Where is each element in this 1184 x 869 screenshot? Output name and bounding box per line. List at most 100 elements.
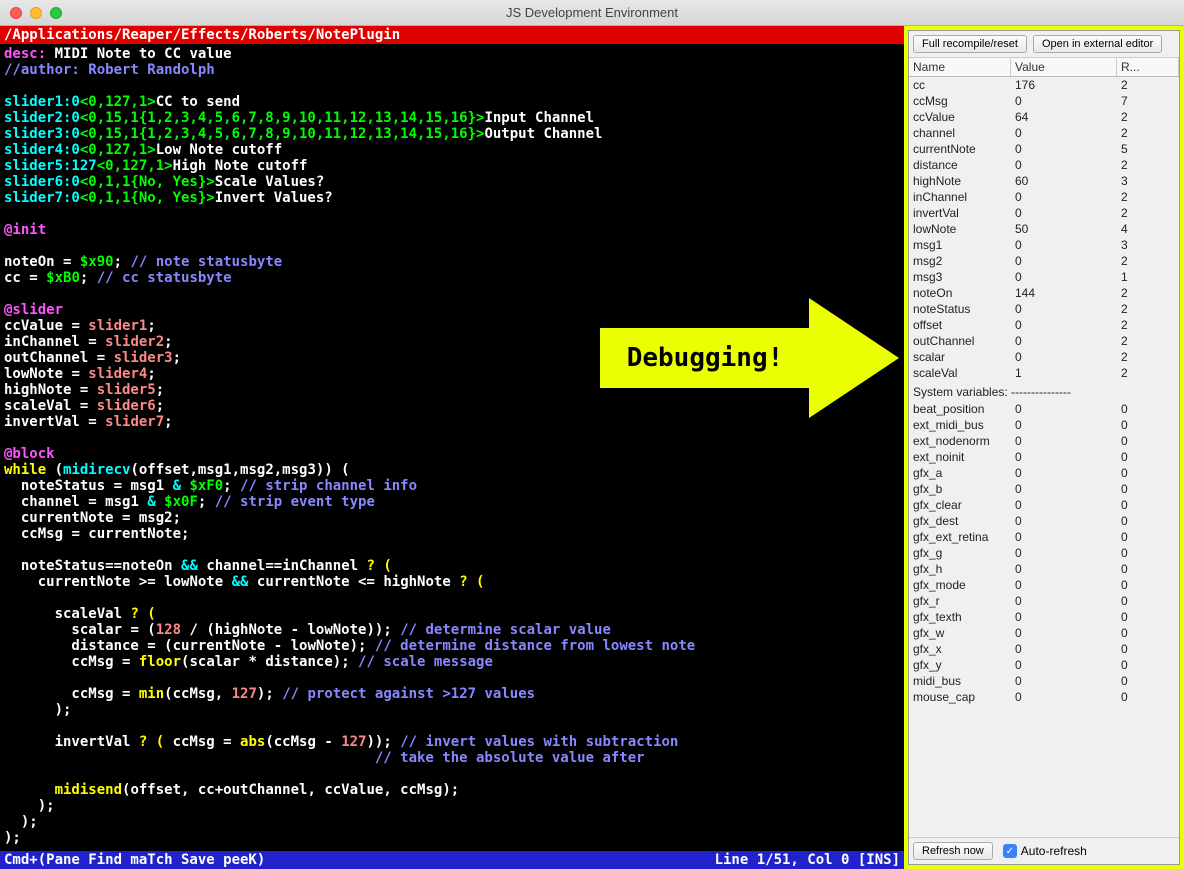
var-r: 0 (1117, 689, 1179, 705)
var-name: midi_bus (909, 673, 1011, 689)
var-r: 1 (1117, 269, 1179, 285)
var-name: msg2 (909, 253, 1011, 269)
variable-row[interactable]: beat_position00 (909, 401, 1179, 417)
var-name: gfx_mode (909, 577, 1011, 593)
variable-row[interactable]: gfx_r00 (909, 593, 1179, 609)
variable-row[interactable]: gfx_w00 (909, 625, 1179, 641)
variable-row[interactable]: ccValue642 (909, 109, 1179, 125)
variable-row[interactable]: msg301 (909, 269, 1179, 285)
variable-row[interactable]: gfx_y00 (909, 657, 1179, 673)
var-name: ccValue (909, 109, 1011, 125)
variable-row[interactable]: lowNote504 (909, 221, 1179, 237)
arrow-icon (809, 298, 899, 418)
variable-row[interactable]: outChannel02 (909, 333, 1179, 349)
var-value: 0 (1011, 125, 1117, 141)
var-name: mouse_cap (909, 689, 1011, 705)
header-r[interactable]: R... (1117, 58, 1179, 76)
var-r: 0 (1117, 417, 1179, 433)
variable-row[interactable]: gfx_g00 (909, 545, 1179, 561)
variable-row[interactable]: ccMsg07 (909, 93, 1179, 109)
variable-row[interactable]: gfx_h00 (909, 561, 1179, 577)
var-name: invertVal (909, 205, 1011, 221)
debug-panel: Full recompile/reset Open in external ed… (908, 30, 1180, 865)
var-name: beat_position (909, 401, 1011, 417)
variable-row[interactable]: gfx_a00 (909, 465, 1179, 481)
var-name: ext_midi_bus (909, 417, 1011, 433)
variable-row[interactable]: channel02 (909, 125, 1179, 141)
var-value: 0 (1011, 141, 1117, 157)
variable-row[interactable]: ext_noinit00 (909, 449, 1179, 465)
refresh-button[interactable]: Refresh now (913, 842, 993, 860)
var-r: 2 (1117, 333, 1179, 349)
var-value: 0 (1011, 673, 1117, 689)
close-icon[interactable] (10, 7, 22, 19)
variable-row[interactable]: midi_bus00 (909, 673, 1179, 689)
var-value: 0 (1011, 205, 1117, 221)
variable-row[interactable]: currentNote05 (909, 141, 1179, 157)
variable-row[interactable]: inChannel02 (909, 189, 1179, 205)
variable-row[interactable]: highNote603 (909, 173, 1179, 189)
var-value: 0 (1011, 253, 1117, 269)
variable-row[interactable]: offset02 (909, 317, 1179, 333)
var-value: 0 (1011, 593, 1117, 609)
var-name: noteStatus (909, 301, 1011, 317)
var-r: 0 (1117, 657, 1179, 673)
variable-row[interactable]: gfx_mode00 (909, 577, 1179, 593)
var-r: 0 (1117, 673, 1179, 689)
debugging-annotation: Debugging! (600, 298, 900, 418)
status-right: Line 1/51, Col 0 [INS] (715, 852, 900, 868)
variable-row[interactable]: ext_midi_bus00 (909, 417, 1179, 433)
var-name: scalar (909, 349, 1011, 365)
variable-row[interactable]: gfx_ext_retina00 (909, 529, 1179, 545)
code-editor[interactable]: desc: MIDI Note to CC value //author: Ro… (0, 44, 904, 851)
var-name: offset (909, 317, 1011, 333)
variable-row[interactable]: msg103 (909, 237, 1179, 253)
recompile-button[interactable]: Full recompile/reset (913, 35, 1027, 53)
header-name[interactable]: Name (909, 58, 1011, 76)
variable-row[interactable]: scalar02 (909, 349, 1179, 365)
var-r: 2 (1117, 301, 1179, 317)
header-value[interactable]: Value (1011, 58, 1117, 76)
variable-row[interactable]: scaleVal12 (909, 365, 1179, 381)
maximize-icon[interactable] (50, 7, 62, 19)
var-name: gfx_b (909, 481, 1011, 497)
variable-row[interactable]: mouse_cap00 (909, 689, 1179, 705)
variable-row[interactable]: gfx_texth00 (909, 609, 1179, 625)
var-r: 2 (1117, 157, 1179, 173)
var-value: 0 (1011, 449, 1117, 465)
variable-row[interactable]: distance02 (909, 157, 1179, 173)
var-value: 0 (1011, 577, 1117, 593)
variable-row[interactable]: cc1762 (909, 77, 1179, 93)
var-value: 0 (1011, 625, 1117, 641)
var-name: gfx_w (909, 625, 1011, 641)
editor-pane: /Applications/Reaper/Effects/Roberts/Not… (0, 26, 904, 869)
status-bar: Cmd+(Pane Find maTch Save peeK) Line 1/5… (0, 851, 904, 869)
var-name: scaleVal (909, 365, 1011, 381)
variable-row[interactable]: gfx_x00 (909, 641, 1179, 657)
variable-row[interactable]: gfx_b00 (909, 481, 1179, 497)
var-r: 2 (1117, 189, 1179, 205)
var-value: 0 (1011, 349, 1117, 365)
window-title: JS Development Environment (0, 5, 1184, 20)
var-name: gfx_clear (909, 497, 1011, 513)
auto-refresh-checkbox[interactable]: ✓ Auto-refresh (1003, 844, 1087, 858)
var-r: 0 (1117, 529, 1179, 545)
var-value: 0 (1011, 189, 1117, 205)
open-external-button[interactable]: Open in external editor (1033, 35, 1162, 53)
var-value: 0 (1011, 433, 1117, 449)
var-r: 0 (1117, 433, 1179, 449)
variable-row[interactable]: gfx_dest00 (909, 513, 1179, 529)
minimize-icon[interactable] (30, 7, 42, 19)
variable-row[interactable]: noteOn1442 (909, 285, 1179, 301)
variable-row[interactable]: ext_nodenorm00 (909, 433, 1179, 449)
var-r: 0 (1117, 513, 1179, 529)
variable-row[interactable]: noteStatus02 (909, 301, 1179, 317)
var-value: 0 (1011, 157, 1117, 173)
var-r: 4 (1117, 221, 1179, 237)
variable-row[interactable]: gfx_clear00 (909, 497, 1179, 513)
var-name: inChannel (909, 189, 1011, 205)
variable-row[interactable]: invertVal02 (909, 205, 1179, 221)
variable-row[interactable]: msg202 (909, 253, 1179, 269)
var-value: 0 (1011, 513, 1117, 529)
auto-refresh-label: Auto-refresh (1021, 844, 1087, 858)
